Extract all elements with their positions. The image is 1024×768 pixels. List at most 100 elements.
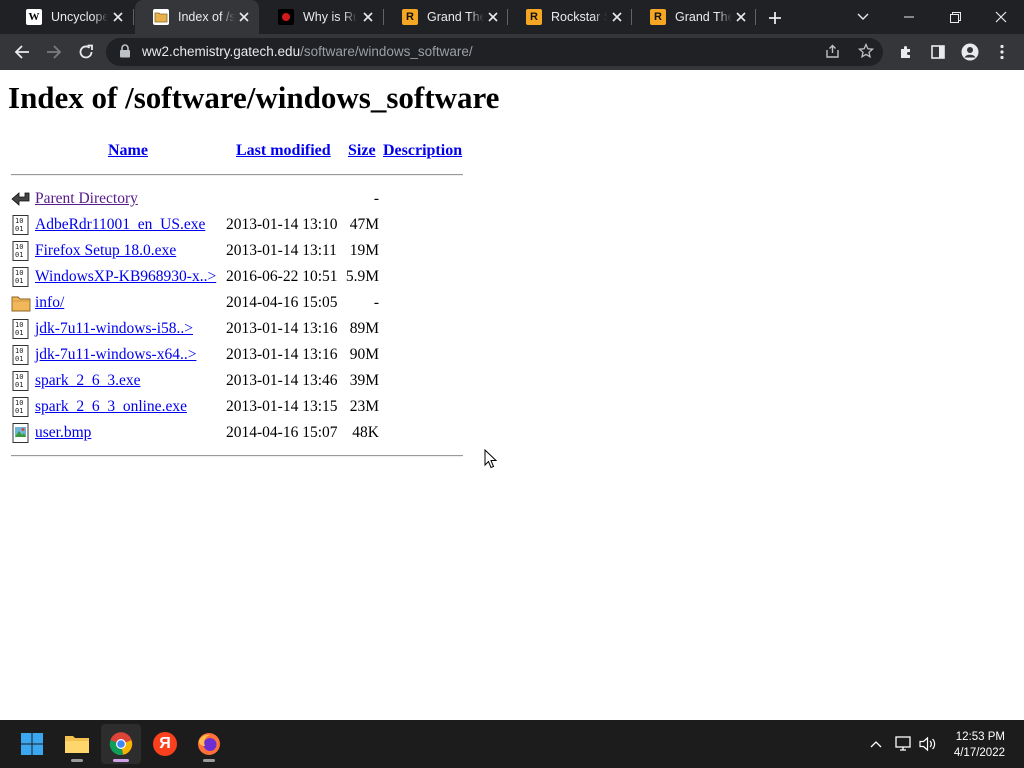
close-icon[interactable] (239, 9, 249, 25)
url-host: ww2.chemistry.gatech.edu (142, 44, 301, 59)
entry-link[interactable]: AdbeRdr11001_en_US.exe (35, 216, 205, 234)
entry-link[interactable]: jdk-7u11-windows-x64..> (35, 346, 196, 364)
tab-search-button[interactable] (840, 0, 886, 34)
tab-title: Index of /software/windows_software (178, 10, 235, 24)
close-icon[interactable] (736, 9, 746, 25)
entry-modified: 2013-01-14 13:10 (226, 216, 338, 233)
menu-button[interactable] (986, 36, 1018, 68)
side-panel-button[interactable] (922, 36, 954, 68)
tab-rockstar-store[interactable]: R Rockstar Store (508, 0, 632, 34)
entry-modified: 2013-01-14 13:46 (226, 372, 338, 389)
chrome-icon (109, 732, 133, 756)
list-item: 10 01 WindowsXP-KB968930-x..> 2016-06-22 … (0, 264, 480, 290)
rockstar-icon: R (402, 9, 418, 25)
profile-button[interactable] (954, 36, 986, 68)
list-item: Parent Directory - (0, 186, 480, 212)
svg-text:10: 10 (15, 243, 23, 251)
bookmark-star-icon[interactable] (857, 42, 875, 64)
tab-title: Uncyclopedia (51, 10, 108, 24)
close-icon (995, 11, 1007, 23)
close-icon[interactable] (488, 9, 498, 25)
volume-control[interactable] (918, 734, 938, 754)
close-window-button[interactable] (978, 0, 1024, 34)
page-title: Index of /software/windows_software (8, 80, 500, 115)
share-icon[interactable] (825, 44, 840, 64)
tab-index-of[interactable]: Index of /software/windows_software (135, 0, 259, 34)
network-status[interactable] (893, 734, 913, 754)
forward-button[interactable] (38, 36, 70, 68)
tab-separator (133, 9, 134, 25)
svg-text:01: 01 (15, 251, 23, 259)
arrow-left-icon (14, 45, 29, 59)
running-indicator (71, 759, 83, 762)
entry-link[interactable]: info/ (35, 294, 64, 312)
entry-size: 19M (349, 242, 379, 259)
list-item: user.bmp 2014-04-16 15:07 48K (0, 420, 480, 446)
entry-link[interactable]: spark_2_6_3.exe (35, 372, 140, 390)
close-icon[interactable] (361, 9, 374, 25)
side-panel-icon (931, 45, 945, 59)
lock-icon (119, 44, 131, 63)
column-header-name[interactable]: Name (108, 142, 148, 160)
column-header-description[interactable]: Description (383, 142, 462, 160)
tab-grand-theft-auto-2[interactable]: R Grand Theft Auto (632, 0, 756, 34)
close-icon[interactable] (611, 9, 622, 25)
svg-text:01: 01 (15, 407, 23, 415)
list-item: 10 01 AdbeRdr11001_en_US.exe 2013-01-14 1… (0, 212, 480, 238)
column-header-last-modified[interactable]: Last modified (236, 142, 331, 160)
svg-text:10: 10 (15, 321, 23, 329)
svg-text:10: 10 (15, 399, 23, 407)
show-hidden-icons-button[interactable] (866, 734, 886, 754)
entry-size: 23M (349, 398, 379, 415)
entry-size: 90M (349, 346, 379, 363)
address-bar[interactable]: ww2.chemistry.gatech.edu/software/window… (106, 38, 883, 66)
taskbar-chrome[interactable] (101, 724, 141, 764)
svg-text:01: 01 (15, 381, 23, 389)
image-file-icon (11, 423, 31, 443)
binary-file-icon: 10 01 (11, 345, 31, 365)
taskbar-yandex[interactable]: Я (145, 724, 185, 764)
entry-modified: 2013-01-14 13:16 (226, 346, 338, 363)
taskbar-file-explorer[interactable] (57, 724, 97, 764)
yandex-icon: Я (153, 732, 177, 756)
divider (11, 174, 463, 176)
start-button[interactable] (12, 724, 52, 764)
url-path: /software/windows_software/ (300, 44, 473, 59)
running-indicator (113, 759, 129, 762)
taskbar-firefox[interactable] (189, 724, 229, 764)
tab-why-is-rust[interactable]: Why is Rust (260, 0, 384, 34)
puzzle-icon (901, 46, 910, 58)
reload-icon (79, 44, 93, 59)
system-clock[interactable]: 12:53 PM 4/17/2022 (954, 729, 1005, 761)
chevron-down-icon (857, 13, 869, 20)
entry-modified: 2016-06-22 10:51 (226, 268, 338, 285)
tab-uncyclopedia[interactable]: W Uncyclopedia (8, 0, 134, 34)
minimize-button[interactable] (886, 0, 932, 34)
mouse-cursor-icon (484, 448, 498, 474)
browser-toolbar: ww2.chemistry.gatech.edu/software/window… (0, 34, 1024, 70)
back-button[interactable] (6, 36, 38, 68)
column-header-size[interactable]: Size (348, 142, 376, 160)
reload-button[interactable] (70, 36, 102, 68)
rockstar-icon: R (650, 9, 666, 25)
entry-link[interactable]: user.bmp (35, 424, 91, 442)
folder-icon (153, 9, 169, 25)
entry-link[interactable]: Firefox Setup 18.0.exe (35, 242, 176, 260)
entry-size: 39M (349, 372, 379, 389)
binary-file-icon: 10 01 (11, 241, 31, 261)
extensions-button[interactable] (890, 36, 922, 68)
close-icon[interactable] (112, 9, 124, 25)
list-item: 10 01 spark_2_6_3_online.exe 2013-01-14 1… (0, 394, 480, 420)
restore-button[interactable] (932, 0, 978, 34)
entry-link[interactable]: spark_2_6_3_online.exe (35, 398, 187, 416)
firefox-icon (198, 733, 220, 755)
tab-grand-theft-auto-1[interactable]: R Grand Theft Auto (384, 0, 508, 34)
arrow-right-icon (47, 45, 62, 59)
new-tab-button[interactable] (765, 8, 785, 28)
svg-text:10: 10 (15, 269, 23, 277)
svg-text:01: 01 (15, 277, 23, 285)
entry-modified: 2014-04-16 15:07 (226, 424, 338, 441)
entry-link[interactable]: Parent Directory (35, 190, 138, 208)
entry-link[interactable]: jdk-7u11-windows-i58..> (35, 320, 193, 338)
entry-link[interactable]: WindowsXP-KB968930-x..> (35, 268, 216, 286)
